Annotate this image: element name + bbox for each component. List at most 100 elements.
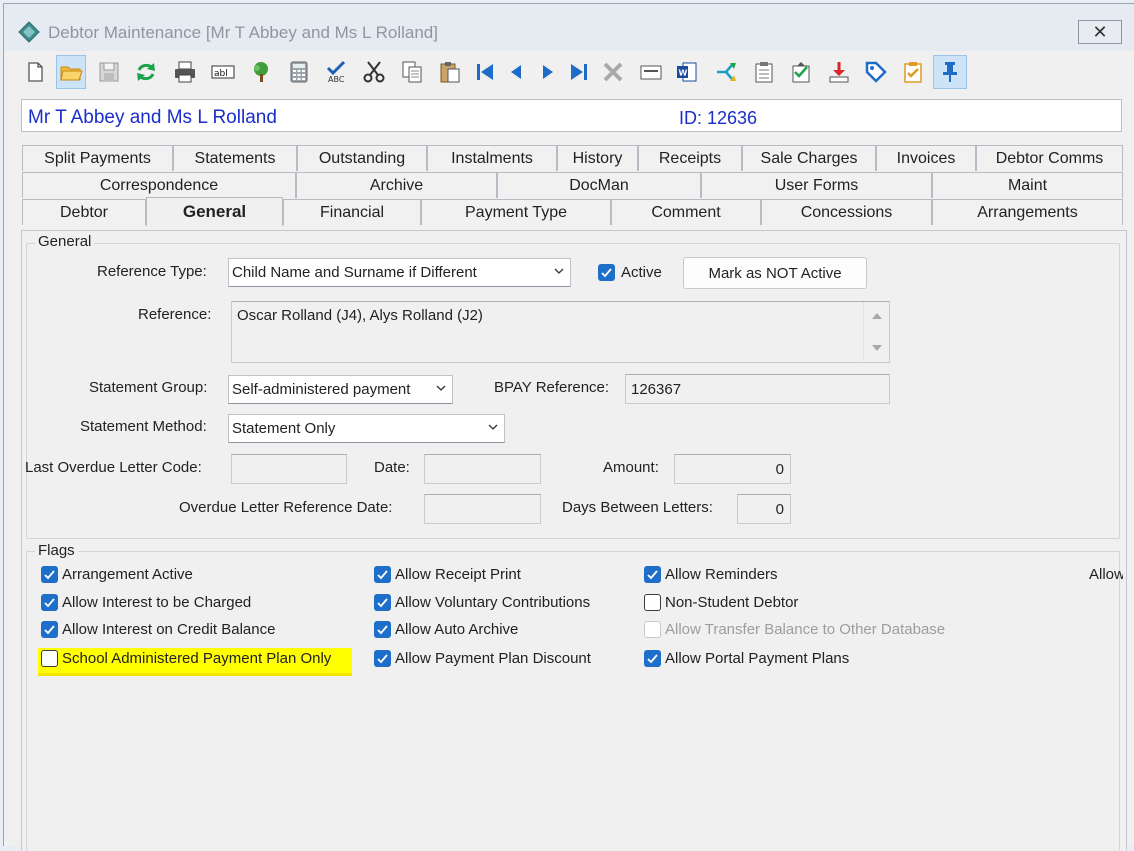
next-record-button[interactable] bbox=[533, 55, 563, 89]
last-overdue-letter-code-field[interactable] bbox=[231, 454, 347, 484]
allow-interest-charged-checkbox[interactable] bbox=[41, 594, 58, 611]
tab-invoices[interactable]: Invoices bbox=[876, 145, 976, 171]
tab-debtor[interactable]: Debtor bbox=[22, 199, 146, 225]
tab-outstanding[interactable]: Outstanding bbox=[297, 145, 427, 171]
tab-arrangements[interactable]: Arrangements bbox=[932, 199, 1123, 225]
cut-button[interactable] bbox=[359, 55, 389, 89]
open-button[interactable] bbox=[56, 55, 86, 89]
allow-receipt-print-checkbox[interactable] bbox=[374, 566, 391, 583]
days-between-letters-field[interactable]: 0 bbox=[737, 494, 791, 524]
clipboard-check-icon bbox=[792, 62, 810, 83]
save-button[interactable] bbox=[94, 55, 124, 89]
scroll-up-icon bbox=[872, 313, 882, 319]
text-field-button[interactable]: abl bbox=[208, 55, 238, 89]
new-button[interactable] bbox=[20, 55, 50, 89]
reference-type-value: Child Name and Surname if Different bbox=[232, 264, 477, 281]
tab-history[interactable]: History bbox=[557, 145, 638, 171]
school-administered-plan-label: School Administered Payment Plan Only bbox=[62, 650, 332, 667]
statement-group-value: Self-administered payment bbox=[232, 381, 411, 398]
date-field[interactable] bbox=[424, 454, 541, 484]
allow-transfer-balance-checkbox bbox=[644, 621, 661, 638]
reference-type-label: Reference Type: bbox=[97, 263, 207, 280]
reference-label: Reference: bbox=[138, 306, 212, 323]
active-checkbox[interactable] bbox=[598, 264, 615, 281]
copy-button[interactable] bbox=[397, 55, 427, 89]
word-button[interactable]: W bbox=[672, 55, 702, 89]
calculator-button[interactable] bbox=[284, 55, 314, 89]
statement-method-dropdown[interactable]: Statement Only bbox=[228, 414, 505, 443]
tab-payment-type[interactable]: Payment Type bbox=[421, 199, 611, 225]
arrangement-active-checkbox[interactable] bbox=[41, 566, 58, 583]
allow-auto-archive-checkbox[interactable] bbox=[374, 621, 391, 638]
tab-archive[interactable]: Archive bbox=[296, 172, 497, 198]
print-button[interactable] bbox=[170, 55, 200, 89]
allow-voluntary-contributions-checkbox[interactable] bbox=[374, 594, 391, 611]
tab-split-payments[interactable]: Split Payments bbox=[22, 145, 173, 171]
tab-sale-charges[interactable]: Sale Charges bbox=[742, 145, 876, 171]
mark-not-active-button[interactable]: Mark as NOT Active bbox=[683, 257, 867, 289]
tree-button[interactable] bbox=[246, 55, 276, 89]
tab-user-forms[interactable]: User Forms bbox=[701, 172, 932, 198]
arrangement-active-label: Arrangement Active bbox=[62, 566, 193, 583]
allow-reminders-checkbox[interactable] bbox=[644, 566, 661, 583]
first-record-button[interactable] bbox=[470, 55, 500, 89]
allow-interest-credit-balance-checkbox[interactable] bbox=[41, 621, 58, 638]
tab-concessions[interactable]: Concessions bbox=[761, 199, 932, 225]
tab-general[interactable]: General bbox=[146, 197, 283, 226]
allow-reminders-label: Allow Reminders bbox=[665, 566, 778, 583]
checkmark-icon bbox=[377, 625, 388, 635]
clipboard-check-button[interactable] bbox=[786, 55, 816, 89]
bpay-reference-field[interactable]: 126367 bbox=[625, 374, 890, 404]
download-button[interactable] bbox=[824, 55, 854, 89]
merge-button[interactable] bbox=[711, 55, 741, 89]
close-icon: ✕ bbox=[1092, 21, 1108, 42]
tab-correspondence[interactable]: Correspondence bbox=[22, 172, 296, 198]
spellcheck-icon: ABC bbox=[326, 60, 346, 84]
allow-payment-plan-discount-checkbox[interactable] bbox=[374, 650, 391, 667]
tab-docman[interactable]: DocMan bbox=[497, 172, 701, 198]
reference-scrollbar[interactable] bbox=[863, 302, 889, 361]
word-icon: W bbox=[677, 62, 697, 82]
paste-button[interactable] bbox=[435, 55, 465, 89]
overdue-letter-reference-date-label: Overdue Letter Reference Date: bbox=[179, 499, 393, 516]
calculator-icon bbox=[290, 61, 308, 83]
checkmark-icon bbox=[647, 570, 658, 580]
reference-textarea[interactable]: Oscar Rolland (J4), Alys Rolland (J2) bbox=[231, 301, 890, 363]
title-bar[interactable]: Debtor Maintenance [Mr T Abbey and Ms L … bbox=[4, 4, 1134, 51]
non-student-debtor-checkbox[interactable] bbox=[644, 594, 661, 611]
previous-record-icon bbox=[511, 65, 521, 79]
general-group-label: General bbox=[35, 233, 95, 250]
card-button[interactable] bbox=[636, 55, 666, 89]
delete-button[interactable] bbox=[598, 55, 628, 89]
pin-button[interactable] bbox=[933, 55, 967, 89]
close-button[interactable]: ✕ bbox=[1078, 20, 1122, 44]
new-icon bbox=[28, 62, 43, 82]
reference-type-dropdown[interactable]: Child Name and Surname if Different bbox=[228, 258, 571, 287]
tab-comment[interactable]: Comment bbox=[611, 199, 761, 225]
checklist-button[interactable] bbox=[898, 55, 928, 89]
checkmark-icon bbox=[377, 598, 388, 608]
checkmark-icon bbox=[44, 570, 55, 580]
tab-instalments[interactable]: Instalments bbox=[427, 145, 557, 171]
tag-button[interactable] bbox=[861, 55, 891, 89]
pin-icon bbox=[943, 62, 957, 82]
amount-field[interactable]: 0 bbox=[674, 454, 791, 484]
allow-portal-payment-plans-checkbox[interactable] bbox=[644, 650, 661, 667]
overdue-letter-reference-date-field[interactable] bbox=[424, 494, 541, 524]
previous-record-button[interactable] bbox=[501, 55, 531, 89]
tab-receipts[interactable]: Receipts bbox=[638, 145, 742, 171]
cut-icon bbox=[363, 61, 385, 83]
tab-financial[interactable]: Financial bbox=[283, 199, 421, 225]
statement-group-dropdown[interactable]: Self-administered payment bbox=[228, 375, 453, 404]
svg-text:ABC: ABC bbox=[328, 75, 345, 84]
tab-maint[interactable]: Maint bbox=[932, 172, 1123, 198]
bpay-reference-value: 126367 bbox=[631, 380, 682, 398]
school-administered-plan-checkbox[interactable] bbox=[41, 650, 58, 667]
tab-statements[interactable]: Statements bbox=[173, 145, 297, 171]
tab-debtor-comms[interactable]: Debtor Comms bbox=[976, 145, 1123, 171]
last-record-button[interactable] bbox=[564, 55, 594, 89]
refresh-button[interactable] bbox=[131, 55, 161, 89]
spellcheck-button[interactable]: ABC bbox=[322, 55, 352, 89]
clipboard-list-button[interactable] bbox=[749, 55, 779, 89]
first-record-icon bbox=[477, 64, 493, 80]
